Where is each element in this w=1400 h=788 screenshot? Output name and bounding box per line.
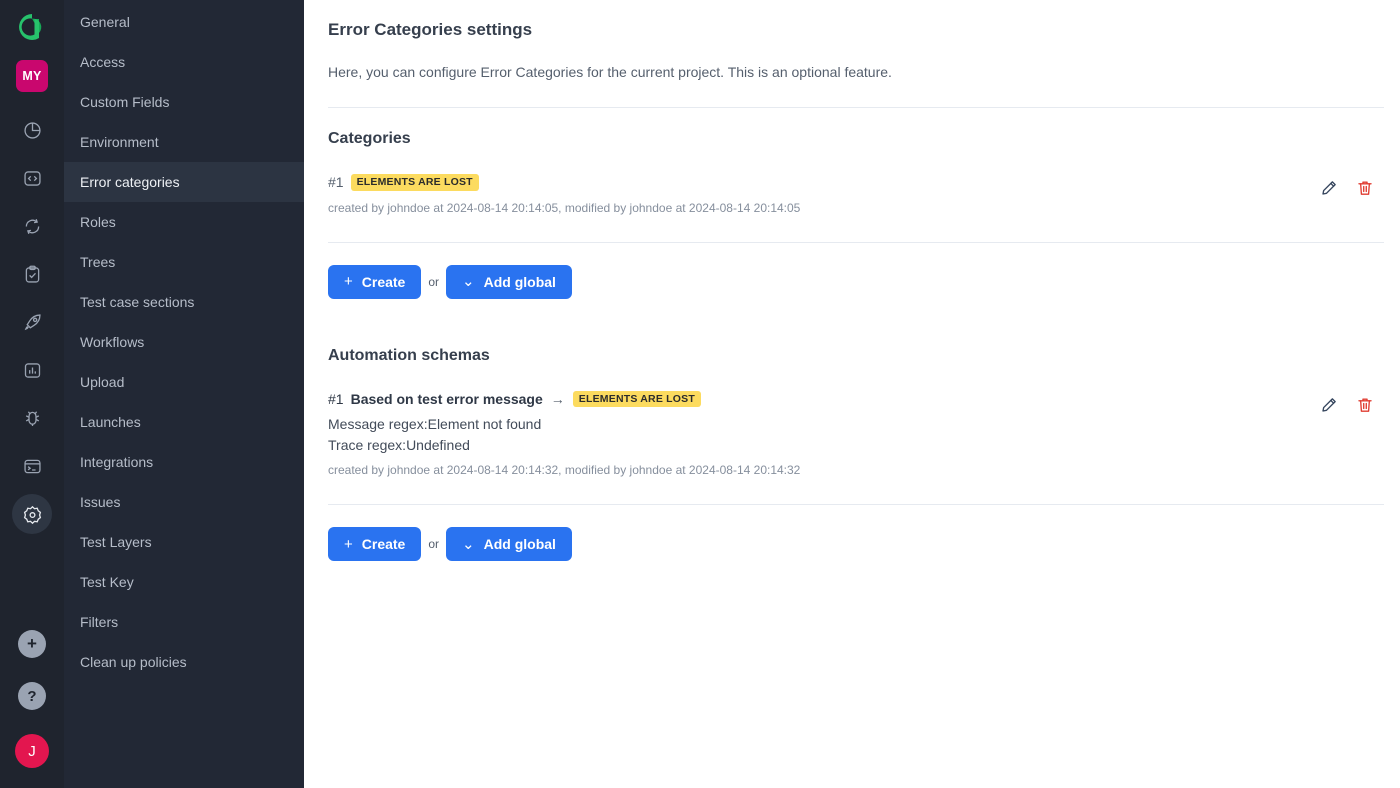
edit-pencil-icon[interactable] (1320, 179, 1338, 197)
categories-actions: + Create or ⌄ Add global (328, 264, 1384, 299)
chevron-down-icon: ⌄ (462, 535, 475, 553)
automation-index: #1 (328, 390, 344, 407)
sidebar-item-label: Launches (80, 414, 141, 430)
icon-rail-top: MY (12, 0, 52, 534)
icon-rail-bottom: + ? J (15, 630, 49, 788)
sidebar-item-test-layers[interactable]: Test Layers (64, 522, 304, 562)
clipboard-check-icon[interactable] (12, 254, 52, 294)
delete-trash-icon[interactable] (1356, 396, 1374, 414)
page-title: Error Categories settings (328, 20, 533, 39)
sidebar-item-label: Clean up policies (80, 654, 187, 670)
add-button[interactable]: + (18, 630, 46, 658)
status-badge: ELEMENTS ARE LOST (350, 174, 479, 191)
sidebar-item-environment[interactable]: Environment (64, 122, 304, 162)
sidebar-item-label: Filters (80, 614, 119, 630)
sidebar-item-label: Issues (80, 494, 121, 510)
category-row-head: #1 ELEMENTS ARE LOST (328, 174, 1320, 191)
sidebar-item-upload[interactable]: Upload (64, 362, 304, 402)
category-index: #1 (328, 174, 344, 191)
page-description: Here, you can configure Error Categories… (328, 64, 892, 80)
sidebar-item-filters[interactable]: Filters (64, 602, 304, 642)
automation-row-body: #1 Based on test error message → ELEMENT… (328, 390, 1320, 478)
terminal-icon[interactable] (12, 446, 52, 486)
category-row-actions (1320, 174, 1374, 197)
divider (328, 107, 1384, 108)
sidebar-item-custom-fields[interactable]: Custom Fields (64, 82, 304, 122)
avatar[interactable]: J (15, 734, 49, 768)
sidebar-item-label: Test Key (80, 574, 134, 590)
sidebar-item-label: Test case sections (80, 294, 195, 310)
sidebar-item-label: Error categories (80, 174, 180, 190)
create-category-label: Create (361, 273, 406, 290)
category-meta: created by johndoe at 2024-08-14 20:14:0… (328, 200, 801, 215)
sidebar-item-integrations[interactable]: Integrations (64, 442, 304, 482)
project-badge[interactable]: MY (16, 60, 48, 92)
sidebar-item-test-case-sections[interactable]: Test case sections (64, 282, 304, 322)
sidebar-item-issues[interactable]: Issues (64, 482, 304, 522)
categories-heading: Categories (328, 130, 411, 147)
create-automation-button[interactable]: + Create (328, 527, 422, 562)
add-global-automation-label: Add global (483, 536, 556, 553)
settings-nav: General Access Custom Fields Environment… (64, 0, 304, 788)
chevron-down-icon: ⌄ (462, 273, 475, 291)
bar-chart-icon[interactable] (12, 350, 52, 390)
automation-name: Based on test error message (350, 390, 543, 407)
sync-icon[interactable] (12, 206, 52, 246)
or-label: or (428, 537, 440, 552)
app-root: MY + ? J General Access Custom Fields En… (0, 0, 1400, 788)
sidebar-item-trees[interactable]: Trees (64, 242, 304, 282)
sidebar-item-error-categories[interactable]: Error categories (64, 162, 304, 202)
divider (328, 504, 1384, 506)
sidebar-item-access[interactable]: Access (64, 42, 304, 82)
sidebar-item-label: Roles (80, 214, 116, 230)
automation-meta: created by johndoe at 2024-08-14 20:14:3… (328, 463, 801, 478)
sidebar-item-label: General (80, 14, 130, 30)
sidebar-item-label: Environment (80, 134, 159, 150)
message-regex: Message regex:Element not found (328, 416, 542, 433)
help-icon[interactable]: ? (18, 682, 46, 710)
sidebar-item-roles[interactable]: Roles (64, 202, 304, 242)
arrow-right-icon: → (550, 390, 565, 407)
category-row-body: #1 ELEMENTS ARE LOST created by johndoe … (328, 174, 1320, 215)
sidebar-item-test-key[interactable]: Test Key (64, 562, 304, 602)
sidebar-item-label: Test Layers (80, 534, 152, 550)
create-automation-label: Create (361, 536, 406, 553)
create-category-button[interactable]: + Create (328, 264, 422, 299)
icon-rail: MY + ? J (0, 0, 64, 788)
add-global-category-button[interactable]: ⌄ Add global (446, 264, 572, 299)
sidebar-item-label: Access (80, 54, 126, 70)
bug-icon[interactable] (12, 398, 52, 438)
automation-row: #1 Based on test error message → ELEMENT… (328, 390, 1384, 478)
gear-icon[interactable] (12, 494, 52, 534)
main-content: Error Categories settings Here, you can … (304, 0, 1400, 788)
sidebar-item-workflows[interactable]: Workflows (64, 322, 304, 362)
rocket-icon[interactable] (12, 302, 52, 342)
trace-regex: Trace regex:Undefined (328, 437, 470, 454)
or-label: or (428, 274, 440, 289)
status-badge: ELEMENTS ARE LOST (572, 390, 701, 408)
pie-chart-icon[interactable] (12, 110, 52, 150)
divider (328, 241, 1384, 243)
edit-pencil-icon[interactable] (1320, 396, 1338, 414)
sidebar-item-clean-up-policies[interactable]: Clean up policies (64, 642, 304, 682)
sidebar-item-label: Trees (80, 254, 116, 270)
sidebar-item-label: Workflows (80, 334, 145, 350)
automation-row-actions (1320, 391, 1374, 414)
automation-heading: Automation schemas (328, 346, 490, 364)
sidebar-item-launches[interactable]: Launches (64, 402, 304, 442)
code-icon[interactable] (12, 158, 52, 198)
delete-trash-icon[interactable] (1356, 179, 1374, 197)
plus-icon: + (344, 535, 353, 553)
sidebar-item-label: Integrations (80, 454, 154, 470)
sidebar-item-label: Upload (80, 374, 125, 390)
sidebar-item-label: Custom Fields (80, 94, 170, 110)
add-global-category-label: Add global (483, 273, 556, 290)
sidebar-item-general[interactable]: General (64, 2, 304, 42)
category-row: #1 ELEMENTS ARE LOST created by johndoe … (328, 174, 1384, 215)
allure-logo[interactable] (16, 11, 48, 43)
automation-row-head: #1 Based on test error message → ELEMENT… (328, 390, 1320, 408)
plus-icon: + (344, 273, 353, 291)
automation-actions: + Create or ⌄ Add global (328, 527, 1384, 562)
add-global-automation-button[interactable]: ⌄ Add global (446, 527, 572, 562)
